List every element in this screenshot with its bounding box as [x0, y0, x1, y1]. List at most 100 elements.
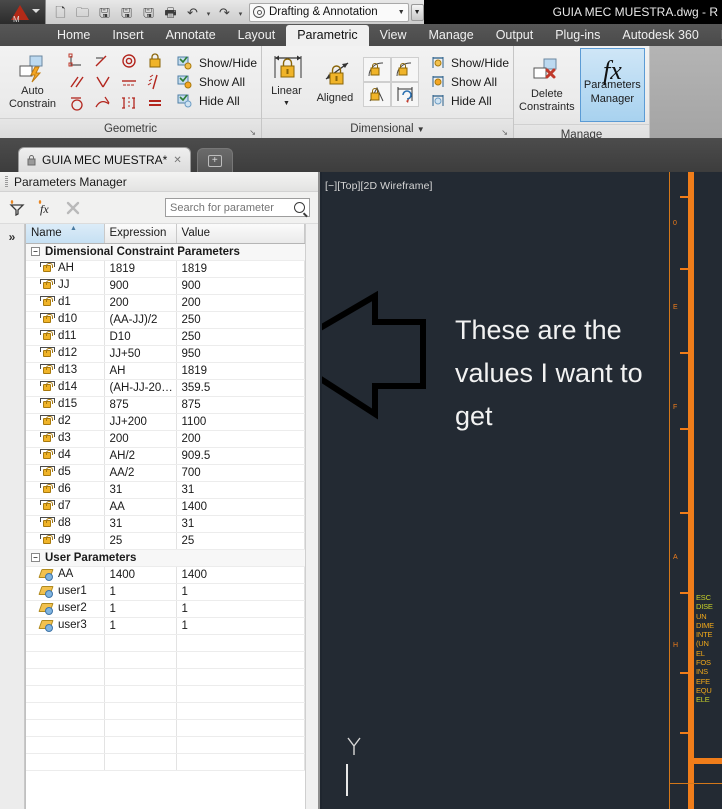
tab-manage[interactable]: Manage: [418, 25, 485, 46]
coincident-icon[interactable]: [64, 51, 90, 72]
parameter-name-cell[interactable]: d8: [26, 515, 105, 533]
parameter-expression-cell[interactable]: 25: [104, 532, 177, 550]
parameter-name-cell[interactable]: user3: [26, 617, 105, 635]
parameter-expression-cell[interactable]: 1: [104, 600, 177, 618]
app-menu-caret-icon[interactable]: [32, 9, 40, 13]
symmetric-icon[interactable]: [116, 93, 142, 114]
group-collapse-icon[interactable]: –: [31, 246, 40, 256]
redo-icon[interactable]: ↷: [214, 2, 235, 22]
convert-icon[interactable]: [390, 82, 419, 107]
parameter-name-cell[interactable]: d1: [26, 294, 105, 312]
palette-scrollbar[interactable]: [305, 224, 318, 809]
chevron-down-icon[interactable]: ▼: [398, 9, 405, 16]
parameter-expression-cell[interactable]: AA/2: [104, 464, 177, 482]
parameter-name-cell[interactable]: d9: [26, 532, 105, 550]
parameter-name-cell[interactable]: d2: [26, 413, 105, 431]
plot-edit-icon[interactable]: 🖫: [138, 2, 159, 22]
file-tab-drawing[interactable]: GUIA MEC MUESTRA* ✕: [18, 147, 191, 172]
table-row[interactable]: d6 31 31: [26, 481, 305, 499]
dimensional-show-hide-button[interactable]: Show/Hide: [431, 56, 509, 71]
aligned-dimension-button[interactable]: Aligned: [313, 61, 357, 104]
tangent-icon[interactable]: [64, 93, 90, 114]
open-file-icon[interactable]: 🗀: [72, 2, 93, 22]
angular-icon[interactable]: [362, 57, 391, 82]
viewport-label[interactable]: [−][Top][2D Wireframe]: [325, 180, 433, 192]
parameter-name-cell[interactable]: d4: [26, 447, 105, 465]
table-row[interactable]: d12 JJ+50 950: [26, 345, 305, 363]
parallel-icon[interactable]: [64, 72, 90, 93]
column-header-name[interactable]: ▲ Name: [26, 224, 105, 244]
tab-insert[interactable]: Insert: [101, 25, 154, 46]
table-row[interactable]: JJ 900 900: [26, 277, 305, 295]
tab-parametric[interactable]: Parametric: [286, 25, 369, 46]
parameter-name-cell[interactable]: d15: [26, 396, 105, 414]
smooth-icon[interactable]: [90, 93, 116, 114]
linear-dimension-button[interactable]: Linear ▼: [266, 54, 307, 110]
geometric-show-all-button[interactable]: Show All: [177, 75, 257, 90]
filter-icon[interactable]: [8, 199, 26, 217]
geometric-show-hide-button[interactable]: Show/Hide: [177, 56, 257, 71]
table-row[interactable]: d5 AA/2 700: [26, 464, 305, 482]
close-icon[interactable]: ✕: [173, 155, 181, 166]
table-row[interactable]: d4 AH/2 909.5: [26, 447, 305, 465]
parameter-expression-cell[interactable]: (AA-JJ)/2: [104, 311, 177, 329]
qat-customize-icon[interactable]: ▼: [410, 3, 424, 21]
fix-icon[interactable]: [142, 51, 168, 72]
tab-autodesk360[interactable]: Autodesk 360: [611, 25, 709, 46]
undo-dropdown-icon[interactable]: ▾: [204, 2, 213, 22]
parameter-name-cell[interactable]: JJ: [26, 277, 105, 295]
save-as-icon[interactable]: 🖫: [94, 2, 115, 22]
parameter-expression-cell[interactable]: 200: [104, 430, 177, 448]
perpendicular-icon[interactable]: [90, 72, 116, 93]
parameter-expression-cell[interactable]: D10: [104, 328, 177, 346]
column-header-value[interactable]: Value: [176, 224, 305, 244]
palette-expand-column[interactable]: »: [0, 224, 25, 809]
group-collapse-icon[interactable]: –: [31, 552, 40, 562]
table-row[interactable]: d11 D10 250: [26, 328, 305, 346]
parameter-expression-cell[interactable]: AH/2: [104, 447, 177, 465]
parameters-manager-button[interactable]: fx Parameters Manager: [579, 48, 645, 122]
save-icon[interactable]: 🖫: [116, 2, 137, 22]
parameter-name-cell[interactable]: d7: [26, 498, 105, 516]
table-row[interactable]: AH 1819 1819: [26, 260, 305, 278]
parameter-expression-cell[interactable]: AA: [104, 498, 177, 516]
parameter-expression-cell[interactable]: AH: [104, 362, 177, 380]
delete-constraints-button[interactable]: Delete Constraints: [518, 57, 576, 113]
delete-parameter-icon[interactable]: [64, 199, 82, 217]
table-row[interactable]: d13 AH 1819: [26, 362, 305, 380]
linear-dropdown-icon[interactable]: ▼: [283, 98, 290, 110]
parameter-name-cell[interactable]: d13: [26, 362, 105, 380]
table-row[interactable]: d7 AA 1400: [26, 498, 305, 516]
dimensional-show-all-button[interactable]: Show All: [431, 75, 509, 90]
parameter-expression-cell[interactable]: 875: [104, 396, 177, 414]
palette-grip-icon[interactable]: [5, 175, 8, 188]
horizontal-icon[interactable]: [116, 72, 142, 93]
parameter-name-cell[interactable]: d3: [26, 430, 105, 448]
parameter-expression-cell[interactable]: JJ+50: [104, 345, 177, 363]
parameter-group-row[interactable]: – User Parameters: [26, 549, 305, 567]
vertical-icon[interactable]: [142, 72, 168, 93]
tab-layout[interactable]: Layout: [227, 25, 287, 46]
table-row[interactable]: d10 (AA-JJ)/2 250: [26, 311, 305, 329]
radial-icon[interactable]: [390, 57, 419, 82]
parameter-name-cell[interactable]: d10: [26, 311, 105, 329]
parameter-expression-cell[interactable]: 900: [104, 277, 177, 295]
table-row[interactable]: user2 1 1: [26, 600, 305, 618]
workspace-switcher[interactable]: Drafting & Annotation ▼: [249, 2, 409, 22]
new-file-icon[interactable]: 🗋: [50, 2, 71, 22]
tab-home[interactable]: Home: [46, 25, 101, 46]
equal-icon[interactable]: [142, 93, 168, 114]
parameter-expression-cell[interactable]: 31: [104, 481, 177, 499]
parameter-name-cell[interactable]: d12: [26, 345, 105, 363]
tab-output[interactable]: Output: [485, 25, 545, 46]
parameter-name-cell[interactable]: d11: [26, 328, 105, 346]
table-row[interactable]: user1 1 1: [26, 583, 305, 601]
table-row[interactable]: d15 875 875: [26, 396, 305, 414]
table-row[interactable]: d9 25 25: [26, 532, 305, 550]
parameter-expression-cell[interactable]: 200: [104, 294, 177, 312]
table-row[interactable]: d1 200 200: [26, 294, 305, 312]
parameter-expression-cell[interactable]: JJ+200: [104, 413, 177, 431]
search-icon[interactable]: [294, 202, 305, 213]
tab-view[interactable]: View: [369, 25, 418, 46]
dimensional-hide-all-button[interactable]: Hide All: [431, 94, 509, 109]
